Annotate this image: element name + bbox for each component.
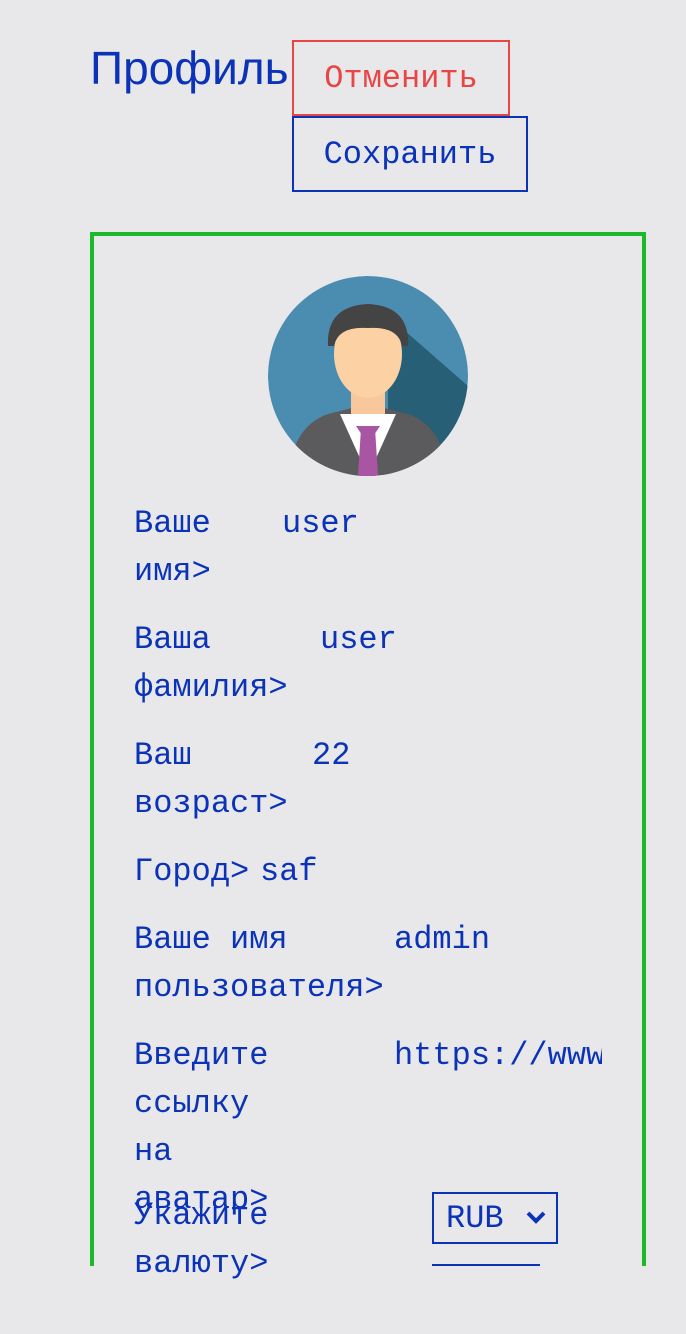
currency-selected-value: RUB (446, 1199, 504, 1237)
chevron-down-icon (526, 1211, 546, 1224)
profile-card: Ваше имя> user Ваша фамилия> user Ваш во… (90, 232, 646, 1282)
username-value[interactable]: admin (394, 916, 490, 964)
avatar-link-value[interactable]: https://www (394, 1032, 602, 1080)
city-value[interactable]: saf (260, 848, 318, 896)
username-label: Ваше имя пользователя> (134, 921, 384, 1006)
currency-select[interactable]: RUB (432, 1192, 558, 1244)
currency-label: Укажите валюту> (134, 1197, 269, 1282)
last-name-value[interactable]: user (320, 616, 397, 664)
currency-underline (432, 1264, 540, 1266)
age-label: Ваш возраст> (134, 737, 288, 822)
last-name-label: Ваша фамилия> (134, 621, 288, 706)
cancel-button[interactable]: Отменить (292, 40, 510, 116)
page-title: Профиль (90, 42, 289, 94)
first-name-value[interactable]: user (282, 500, 359, 548)
first-name-label: Ваше имя> (134, 505, 211, 590)
age-value[interactable]: 22 (312, 732, 350, 780)
user-avatar-icon[interactable] (268, 276, 468, 476)
city-label: Город> (134, 853, 250, 890)
save-button[interactable]: Сохранить (292, 116, 528, 192)
